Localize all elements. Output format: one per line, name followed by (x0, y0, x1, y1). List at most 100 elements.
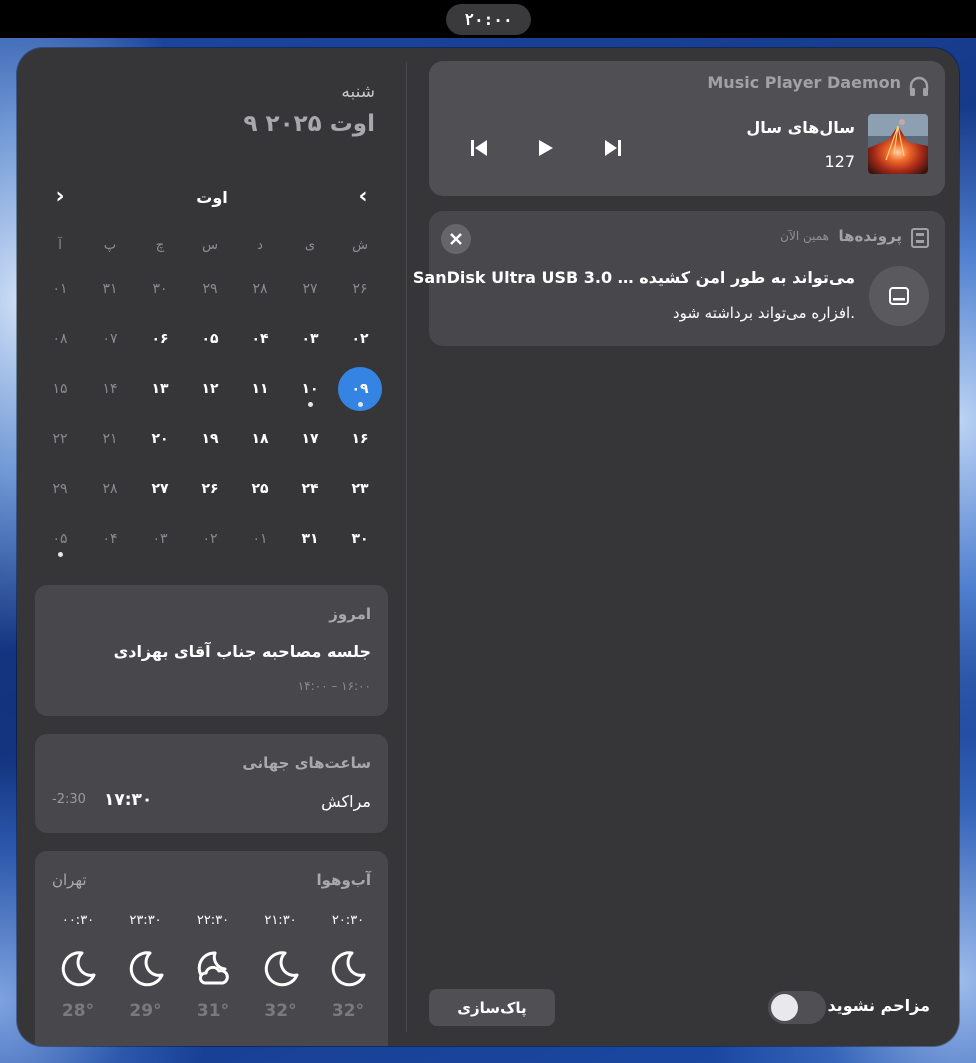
calendar-day[interactable]: ۱۵ (35, 364, 85, 414)
calendar-day[interactable]: ۲۶ (185, 464, 235, 514)
calendar-day[interactable]: ۰۲ (335, 314, 385, 364)
calendar-day[interactable]: ۲۵ (235, 464, 285, 514)
forecast-column: ۲۱:۳۰ 32° (251, 913, 311, 1021)
drive-icon (869, 266, 929, 326)
column-divider (406, 62, 407, 1032)
event-indicator-dot (358, 402, 363, 407)
calendar-day[interactable]: ۲۶ (335, 264, 385, 314)
calendar-day[interactable]: ۰۴ (85, 514, 135, 564)
next-month-button[interactable]: › (45, 182, 75, 212)
calendar-day-number: ۲۲ (52, 431, 68, 447)
notification-calendar-panel: شنبه ۹ اوت ۲۰۲۵ › اوت ‹ ش ی د س چ پ آ ۲۶ ۲۷ ۲۸ ۲۹… (17, 48, 959, 1046)
calendar-day[interactable]: ۱۳ (135, 364, 185, 414)
calendar-day[interactable]: ۰۵ (185, 314, 235, 364)
calendar-day[interactable]: ۱۸ (235, 414, 285, 464)
notification-body: افزاره می‌تواند برداشته شود. (672, 304, 855, 322)
calendar-day[interactable]: ۱۰ (285, 364, 335, 414)
calendar-day[interactable]: ۲۴ (285, 464, 335, 514)
play-button[interactable] (531, 133, 561, 163)
calendar-day[interactable]: ۱۹ (185, 414, 235, 464)
calendar-day-number: ۰۱ (52, 281, 68, 297)
calendar-day[interactable]: ۲۱ (85, 414, 135, 464)
calendar-day-number: ۰۶ (151, 331, 169, 347)
forecast-time: ۲۳:۳۰ (129, 913, 162, 928)
calendar-day[interactable]: ۲۲ (35, 414, 85, 464)
calendar-day[interactable]: ۱۲ (185, 364, 235, 414)
weather-location: تهران (52, 871, 87, 889)
forecast-column: ۲۲:۳۰ 31° (183, 913, 243, 1021)
forecast-time: ۰۰:۳۰ (61, 913, 95, 928)
calendar-day[interactable]: ۳۰ (135, 264, 185, 314)
calendar-day-number: ۱۲ (201, 381, 219, 397)
moon-cloud-icon (193, 949, 233, 989)
calendar-week-row: ۱۶ ۱۷ ۱۸ ۱۹ ۲۰ ۲۱ ۲۲ (35, 414, 385, 464)
weather-title: آب‌وهوا (316, 871, 372, 889)
calendar-day-number: ۱۵ (52, 381, 68, 397)
calendar-day[interactable]: ۰۱ (235, 514, 285, 564)
calendar-day[interactable]: ۱۷ (285, 414, 335, 464)
calendar-day[interactable]: ۱۴ (85, 364, 135, 414)
calendar-day[interactable]: ۰۱ (35, 264, 85, 314)
next-track-button[interactable] (598, 133, 628, 163)
calendar-day-header: د (257, 237, 263, 253)
calendar-day[interactable]: ۰۴ (235, 314, 285, 364)
previous-track-button[interactable] (464, 133, 494, 163)
calendar-day[interactable]: ۲۸ (85, 464, 135, 514)
calendar-day-number: ۰۴ (102, 531, 118, 547)
calendar-day[interactable]: ۰۷ (85, 314, 135, 364)
calendar-day-header: پ (103, 237, 117, 253)
calendar-day[interactable]: ۲۹ (35, 464, 85, 514)
events-card[interactable]: امروز جلسه مصاحبه جناب آقای بهزادی ۱۴:۰۰… (35, 585, 388, 716)
skip-back-icon (471, 140, 487, 156)
calendar-day[interactable]: ۲۹ (185, 264, 235, 314)
calendar-day[interactable]: ۰۸ (35, 314, 85, 364)
calendar-day[interactable]: ۱۶ (335, 414, 385, 464)
calendar-day[interactable]: ۲۰ (135, 414, 185, 464)
forecast-temperature: 29° (129, 1001, 162, 1021)
calendar-day[interactable]: ۲۷ (135, 464, 185, 514)
world-clock-offset: -2:30 (52, 792, 86, 807)
calendar-day[interactable]: ۰۵ (35, 514, 85, 564)
world-clock-city: مراکش (321, 792, 371, 811)
calendar-day[interactable]: ۰۲ (185, 514, 235, 564)
calendar-day[interactable]: ۰۳ (135, 514, 185, 564)
calendar-day-number: ۱۷ (301, 431, 319, 447)
calendar-day-number: ۰۵ (52, 531, 68, 547)
date-full[interactable]: ۹ اوت ۲۰۲۵ (243, 111, 375, 137)
calendar-day[interactable]: ۱۱ (235, 364, 285, 414)
calendar-day-number: ۰۲ (351, 331, 369, 347)
calendar-day-number: ۰۳ (152, 531, 168, 547)
top-bar-clock[interactable]: ۲۰:۰۰ (446, 4, 531, 35)
do-not-disturb-toggle[interactable] (768, 991, 826, 1024)
calendar-day-number: ۲۰ (151, 431, 169, 447)
calendar-day-header: ی (304, 237, 316, 253)
calendar-day[interactable]: ۰۳ (285, 314, 335, 364)
forecast-temperature: 28° (61, 1001, 95, 1021)
calendar-day[interactable]: ۲۸ (235, 264, 285, 314)
event-title: جلسه مصاحبه جناب آقای بهزادی (113, 642, 371, 661)
calendar-day[interactable]: ۲۷ (285, 264, 335, 314)
events-card-title: امروز (329, 605, 371, 623)
calendar-day-number: ۰۳ (301, 331, 319, 347)
close-notification-button[interactable] (441, 224, 471, 254)
event-indicator-dot (308, 402, 313, 407)
headphones-icon (909, 76, 929, 96)
calendar-week-row: ۲۶ ۲۷ ۲۸ ۲۹ ۳۰ ۳۱ ۰۱ (35, 264, 385, 314)
calendar-week-row: ۰۲ ۰۳ ۰۴ ۰۵ ۰۶ ۰۷ ۰۸ (35, 314, 385, 364)
forecast-time: ۲۲:۳۰ (196, 913, 230, 928)
calendar-day[interactable]: ۳۱ (85, 264, 135, 314)
weather-card[interactable]: آب‌وهوا تهران ۲۰:۳۰ 32° ۲۱:۳۰ 32° ۲۲:۳۰ 31° ۲۳… (35, 851, 388, 1046)
calendar-day[interactable]: ۳۱ (285, 514, 335, 564)
clear-button[interactable]: پاک‌سازی (429, 989, 555, 1026)
calendar-day[interactable]: ۲۳ (335, 464, 385, 514)
calendar-day-today[interactable]: ۰۹ (335, 364, 385, 414)
calendar-day[interactable]: ۳۰ (335, 514, 385, 564)
drive-notification[interactable]: پرونده‌ها همین الآن SanDisk Ultra USB 3.… (413, 211, 945, 346)
world-clocks-card[interactable]: ساعت‌های جهانی مراکش ۱۷:۳۰ -2:30 (35, 734, 388, 833)
moon-icon (58, 949, 98, 989)
previous-month-button[interactable]: ‹ (348, 182, 378, 212)
calendar-day-number: ۲۸ (102, 481, 118, 497)
media-player-card[interactable]: Music Player Daemon سال‌های سال (429, 61, 945, 196)
calendar-day[interactable]: ۰۶ (135, 314, 185, 364)
calendar-day-number: ۰۸ (52, 331, 68, 347)
